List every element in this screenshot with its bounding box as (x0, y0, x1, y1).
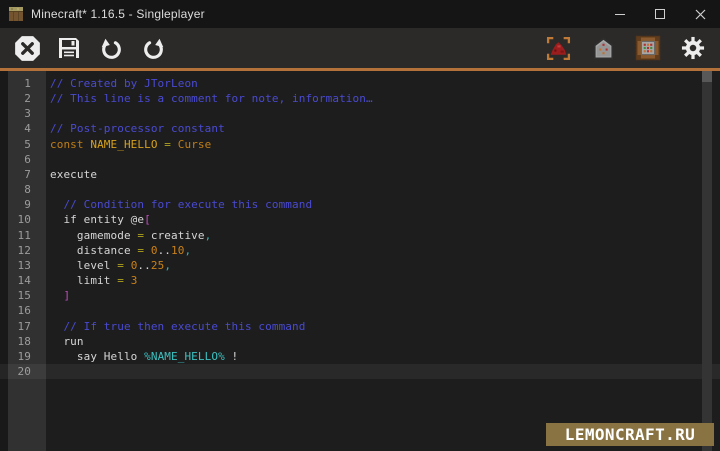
code-line[interactable]: 4// Post-processor constant (0, 121, 720, 136)
line-number: 4 (0, 121, 46, 136)
code-line-text (46, 182, 50, 197)
cancel-button[interactable] (13, 34, 41, 62)
code-line[interactable]: 6 (0, 152, 720, 167)
code-line[interactable]: 3 (0, 106, 720, 121)
code-line[interactable]: 9 // Condition for execute this command (0, 197, 720, 212)
code-line-text: // Created by JTorLeon (46, 76, 198, 91)
line-number: 10 (0, 212, 46, 227)
code-line[interactable]: 7execute (0, 167, 720, 182)
structure-block-icon (591, 36, 616, 61)
line-number: 15 (0, 288, 46, 303)
minimize-button[interactable] (600, 0, 640, 28)
title-bar: Minecraft* 1.16.5 - Singleplayer (0, 0, 720, 28)
line-number: 11 (0, 228, 46, 243)
code-line[interactable]: 12 distance = 0..10, (0, 243, 720, 258)
line-number: 12 (0, 243, 46, 258)
code-line[interactable]: 17 // If true then execute this command (0, 319, 720, 334)
code-line[interactable]: 16 (0, 303, 720, 318)
close-button[interactable] (680, 0, 720, 28)
code-line-text (46, 152, 50, 167)
code-line-text: // This line is a comment for note, info… (46, 91, 373, 106)
line-number: 5 (0, 137, 46, 152)
code-lines: 1// Created by JTorLeon2// This line is … (0, 71, 720, 379)
gear-icon (680, 35, 706, 61)
toolbar-left-group (13, 34, 167, 62)
code-line[interactable]: 15 ] (0, 288, 720, 303)
redo-button[interactable] (139, 34, 167, 62)
maximize-button[interactable] (640, 0, 680, 28)
line-number: 17 (0, 319, 46, 334)
line-number: 8 (0, 182, 46, 197)
code-line-text: limit = 3 (46, 273, 137, 288)
line-number: 3 (0, 106, 46, 121)
line-number: 20 (0, 364, 46, 379)
watermark-text: LEMONCRAFT.RU (565, 427, 695, 442)
code-line[interactable]: 5const NAME_HELLO = Curse (0, 137, 720, 152)
undo-button[interactable] (97, 34, 125, 62)
line-number: 6 (0, 152, 46, 167)
undo-icon (99, 36, 124, 61)
maximize-icon (655, 9, 665, 19)
cancel-octagon-icon (14, 35, 41, 62)
line-number: 14 (0, 273, 46, 288)
code-line-text: // Post-processor constant (46, 121, 225, 136)
item-frame-icon (635, 35, 661, 61)
code-line-text (46, 106, 50, 121)
window-controls (600, 0, 720, 28)
toolbar (0, 28, 720, 68)
code-line[interactable]: 19 say Hello %NAME_HELLO% ! (0, 349, 720, 364)
line-number: 1 (0, 76, 46, 91)
window-title: Minecraft* 1.16.5 - Singleplayer (31, 7, 205, 21)
minecraft-block-icon (9, 7, 23, 21)
code-line[interactable]: 14 limit = 3 (0, 273, 720, 288)
code-line-text: ] (46, 288, 70, 303)
settings-button[interactable] (679, 34, 707, 62)
code-line-text: if entity @e[ (46, 212, 151, 227)
scrollbar-thumb[interactable] (702, 71, 712, 82)
minimize-icon (615, 14, 625, 15)
code-line[interactable]: 2// This line is a comment for note, inf… (0, 91, 720, 106)
redo-icon (141, 36, 166, 61)
code-line[interactable]: 11 gamemode = creative, (0, 228, 720, 243)
code-line-text (46, 303, 50, 318)
code-line[interactable]: 13 level = 0..25, (0, 258, 720, 273)
watermark-badge: LEMONCRAFT.RU (546, 423, 714, 446)
line-number: 13 (0, 258, 46, 273)
line-number: 18 (0, 334, 46, 349)
vertical-scrollbar[interactable] (702, 71, 712, 451)
item-frame-button[interactable] (634, 34, 662, 62)
line-number: 16 (0, 303, 46, 318)
line-number: 2 (0, 91, 46, 106)
toolbar-right-group (544, 34, 707, 62)
code-line-text (46, 364, 50, 379)
code-line-text: distance = 0..10, (46, 243, 191, 258)
code-line[interactable]: 20 (0, 364, 720, 379)
save-floppy-icon (57, 36, 81, 60)
line-number: 9 (0, 197, 46, 212)
code-line-text: // If true then execute this command (46, 319, 305, 334)
code-line-text: level = 0..25, (46, 258, 171, 273)
redstone-picker-button[interactable] (544, 34, 572, 62)
close-icon (695, 9, 706, 20)
structure-block-button[interactable] (589, 34, 617, 62)
line-number: 7 (0, 167, 46, 182)
code-line-text: run (46, 334, 84, 349)
code-line[interactable]: 8 (0, 182, 720, 197)
code-line-text: // Condition for execute this command (46, 197, 312, 212)
code-line-text: const NAME_HELLO = Curse (46, 137, 211, 152)
code-editor[interactable]: 1// Created by JTorLeon2// This line is … (0, 71, 720, 451)
code-line-text: gamemode = creative, (46, 228, 211, 243)
redstone-picker-icon (545, 35, 572, 62)
code-line-text: say Hello %NAME_HELLO% ! (46, 349, 238, 364)
code-line-text: execute (46, 167, 97, 182)
save-button[interactable] (55, 34, 83, 62)
code-line[interactable]: 1// Created by JTorLeon (0, 76, 720, 91)
line-number: 19 (0, 349, 46, 364)
code-line[interactable]: 18 run (0, 334, 720, 349)
code-line[interactable]: 10 if entity @e[ (0, 212, 720, 227)
